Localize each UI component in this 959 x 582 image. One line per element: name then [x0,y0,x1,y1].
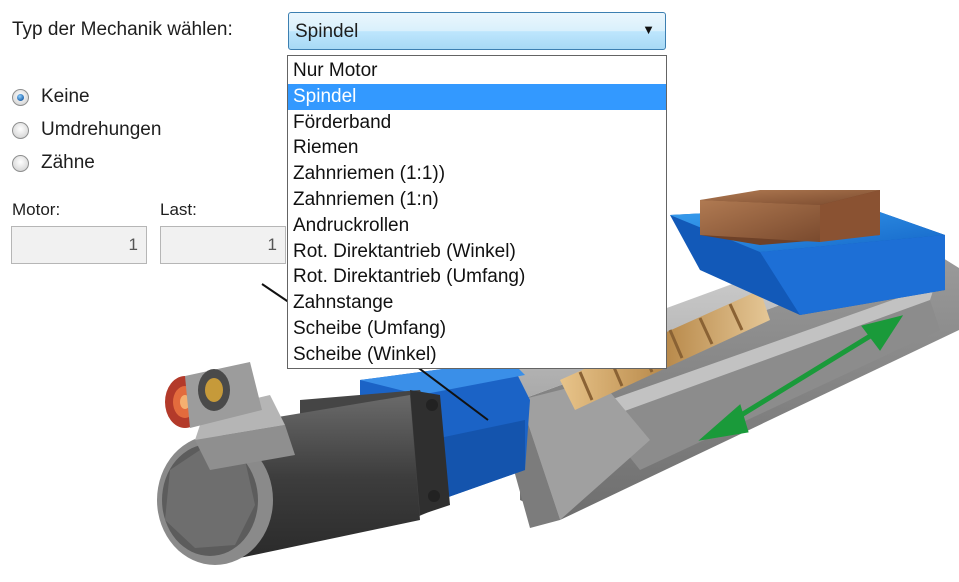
option-rot-direktantrieb-umfang[interactable]: Rot. Direktantrieb (Umfang) [288,264,666,290]
option-zahnriemen-1-1[interactable]: Zahnriemen (1:1)) [288,161,666,187]
option-riemen[interactable]: Riemen [288,135,666,161]
option-foerderband[interactable]: Förderband [288,110,666,136]
option-zahnstange[interactable]: Zahnstange [288,290,666,316]
option-nur-motor[interactable]: Nur Motor [288,58,666,84]
option-spindel[interactable]: Spindel [288,83,666,110]
option-zahnriemen-1-n[interactable]: Zahnriemen (1:n) [288,187,666,213]
option-scheibe-winkel[interactable]: Scheibe (Winkel) [288,342,666,368]
option-andruckrollen[interactable]: Andruckrollen [288,213,666,239]
mechanics-type-dropdown[interactable]: Nur Motor Spindel Förderband Riemen Zahn… [287,55,667,369]
option-rot-direktantrieb-winkel[interactable]: Rot. Direktantrieb (Winkel) [288,239,666,265]
option-scheibe-umfang[interactable]: Scheibe (Umfang) [288,316,666,342]
